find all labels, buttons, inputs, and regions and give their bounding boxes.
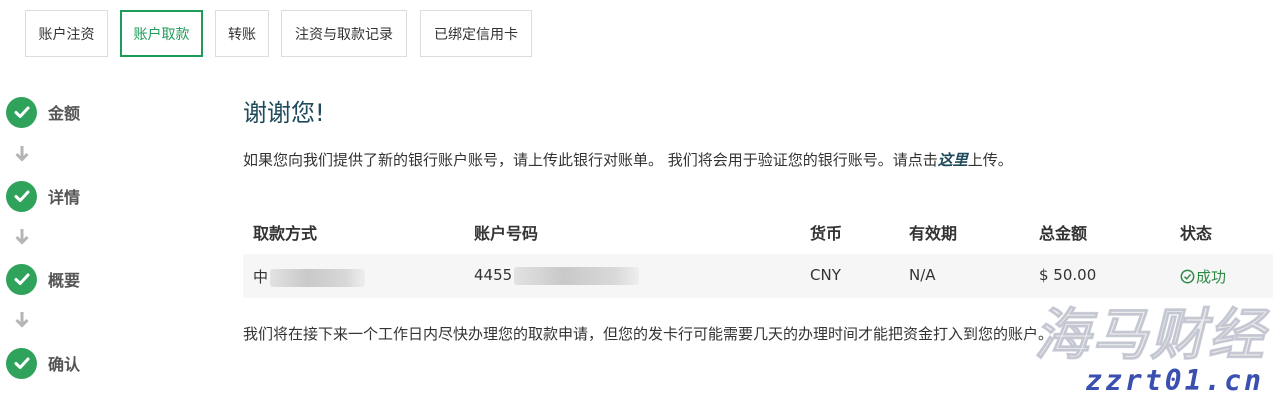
table-header: 取款方式 账户号码 货币 有效期 总金额 状态 [243,208,1273,252]
cell-currency: CNY [810,266,841,284]
upload-here-link[interactable]: 这里 [938,151,968,169]
col-status: 状态 [1180,224,1213,243]
tab-account-deposit[interactable]: 账户注资 [25,10,108,57]
step-label: 确认 [48,355,81,374]
step-details: 详情 [6,180,116,212]
step-label: 金额 [48,104,81,123]
check-circle-icon [6,180,37,212]
arrow-down-icon [15,229,29,245]
step-confirm: 确认 [6,347,116,379]
check-circle-icon [6,347,37,379]
redacted-mask [514,266,640,285]
redacted-mask [270,268,366,287]
step-label: 详情 [48,188,81,207]
col-expiry: 有效期 [909,224,958,243]
check-circle-icon [6,263,37,295]
arrow-down-icon [15,312,29,328]
watermark-url: zzrt01.cn [1085,364,1264,397]
cell-amount: $ 50.00 [1039,266,1097,284]
col-amount: 总金额 [1039,224,1088,243]
col-method: 取款方式 [253,224,318,243]
cell-method: 中 [253,266,366,287]
tab-account-withdraw[interactable]: 账户取款 [120,10,203,57]
col-account: 账户号码 [474,224,539,243]
step-label: 概要 [48,271,81,290]
check-circle-outline-icon [1180,269,1195,284]
upload-instructions: 如果您向我们提供了新的银行账户账号，请上传此银行对账单。 我们将会用于验证您的银… [243,151,1013,169]
cell-expiry: N/A [909,266,936,284]
page-title: 谢谢您! [243,99,325,127]
watermark: 海马财经 zzrt01.cn [1030,290,1276,397]
arrow-down-icon [15,146,29,162]
tab-transfer[interactable]: 转账 [215,10,269,57]
tab-deposit-withdraw-history[interactable]: 注资与取款记录 [281,10,407,57]
col-currency: 货币 [810,224,843,243]
check-circle-icon [6,96,37,128]
table-row: 中 4455 CNY N/A $ 50.00 成功 [243,254,1273,298]
status-badge: 成功 [1180,266,1226,287]
step-amount: 金额 [6,96,116,128]
tab-linked-credit-cards[interactable]: 已绑定信用卡 [420,10,532,57]
watermark-title: 海马财经 [1034,303,1266,369]
cell-account: 4455 [474,266,640,285]
processing-note: 我们将在接下来一个工作日内尽快办理您的取款申请，但您的发卡行可能需要几天的办理时… [243,325,1054,343]
step-summary: 概要 [6,263,116,295]
